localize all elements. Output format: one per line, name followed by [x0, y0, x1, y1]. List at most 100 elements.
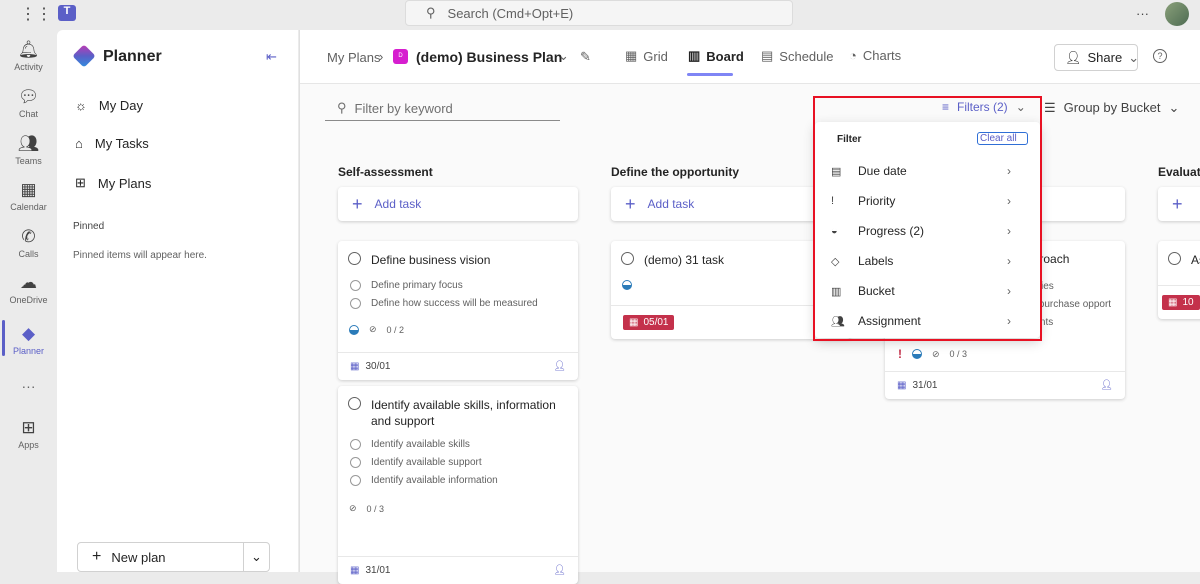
plan-title[interactable]: (demo) Business Plan	[416, 49, 562, 65]
filter-keyword-input[interactable]: ⚲ Filter by keyword	[325, 96, 560, 121]
task-card[interactable]: As ▦10	[1158, 241, 1200, 319]
share-button[interactable]: 👤︎ Share ⌄	[1054, 44, 1140, 71]
rail-chat[interactable]: 💬︎ Chat	[0, 87, 57, 119]
sidebar-item-my-plans[interactable]: ⊞ My Plans	[75, 175, 151, 191]
calendar-icon: ▦	[1168, 297, 1178, 308]
schedule-icon: ▤	[761, 48, 774, 63]
checklist-item[interactable]: Define primary focus	[338, 276, 578, 294]
progress-icon: ◒	[831, 225, 838, 237]
rail-planner[interactable]: ◆ Planner	[0, 324, 57, 356]
tab-board[interactable]: ▥ Board	[688, 48, 744, 64]
filter-labels[interactable]: ◇ Labels ›	[831, 251, 1011, 271]
add-task-button[interactable]: +	[1158, 187, 1200, 221]
task-card[interactable]: Define business vision Define primary fo…	[338, 241, 578, 380]
due-date-badge: ▦ 05/01	[623, 315, 675, 330]
calendar-icon: ▦	[20, 180, 37, 199]
bucket-title: Evaluate	[1158, 165, 1200, 179]
checklist-icon: ⊘	[369, 324, 377, 334]
search-icon: ⚲	[337, 100, 347, 115]
filter-due-date[interactable]: ▤ Due date ›	[831, 161, 1011, 181]
sidebar-item-my-day[interactable]: ☼ My Day	[75, 98, 143, 113]
assign-icon[interactable]: 👤︎	[1100, 380, 1113, 391]
progress-in-progress-icon	[622, 280, 632, 290]
filter-menu-title: Filter	[837, 134, 862, 145]
assign-icon[interactable]: 👤︎	[553, 361, 566, 372]
checklist-item[interactable]: Define how success will be measured	[338, 294, 578, 312]
rail-more[interactable]: ···	[0, 378, 57, 394]
complete-checkbox[interactable]	[1168, 252, 1181, 265]
phone-icon: ✆	[21, 227, 36, 246]
plus-icon: +	[1172, 193, 1183, 214]
plus-icon: +	[625, 193, 636, 214]
priority-icon: !	[831, 195, 835, 207]
filter-bucket[interactable]: ▥ Bucket ›	[831, 281, 1011, 301]
plan-chevron-down-icon[interactable]: ⌄	[558, 48, 569, 64]
rail-calls[interactable]: ✆ Calls	[0, 227, 57, 259]
sidebar-item-my-tasks[interactable]: ⌂ My Tasks	[75, 136, 149, 151]
due-date-badge: ▦ 10	[1162, 295, 1200, 310]
chevron-down-icon: ⌄	[1128, 49, 1140, 65]
priority-urgent-icon: !	[898, 347, 902, 361]
share-person-icon: 👤︎	[1065, 49, 1082, 65]
bell-icon: 🔔︎	[17, 40, 40, 59]
chevron-right-icon: ›	[1007, 284, 1011, 298]
avatar[interactable]	[1165, 2, 1189, 26]
checklist-item[interactable]: Identify available information	[338, 471, 578, 489]
title-bar: ⋮⋮⋮ T ⚲ Search (Cmd+Opt+E) ···	[0, 0, 1200, 30]
board-icon: ▥	[688, 48, 701, 63]
people-icon: 👥︎	[831, 315, 845, 328]
chevron-down-icon[interactable]: ⌄	[243, 543, 269, 571]
checklist-item[interactable]: Identify available support	[338, 453, 578, 471]
rail-onedrive[interactable]: ☁ OneDrive	[0, 273, 57, 305]
tag-icon: ◇	[831, 255, 840, 268]
checklist-item[interactable]: Identify available skills	[338, 435, 578, 453]
plan-icon: D	[393, 49, 408, 64]
chevron-right-icon: ›	[1007, 224, 1011, 238]
tab-grid[interactable]: ▦ Grid	[625, 48, 668, 64]
checklist-checkbox	[350, 297, 361, 309]
rail-teams[interactable]: 👥︎ Teams	[0, 134, 57, 166]
plus-square-icon: ⊞	[21, 418, 36, 437]
checklist-checkbox	[350, 279, 361, 291]
add-task-button[interactable]: + Add task	[338, 187, 578, 221]
filters-button[interactable]: ≡ Filters (2) ⌄	[942, 100, 1026, 114]
filter-icon: ≡	[942, 100, 950, 114]
group-by-button[interactable]: ☰ Group by Bucket ⌄	[1044, 100, 1179, 116]
collapse-sidebar-icon[interactable]: ⇤	[266, 49, 277, 65]
complete-checkbox[interactable]	[348, 397, 361, 410]
help-icon[interactable]: ?	[1153, 49, 1167, 63]
filter-progress[interactable]: ◒ Progress (2) ›	[831, 221, 1011, 241]
checklist-checkbox	[350, 474, 361, 486]
tab-schedule[interactable]: ▤ Schedule	[761, 48, 834, 64]
chevron-down-icon: ⌄	[1015, 100, 1026, 114]
list-icon: ☰	[1044, 100, 1056, 115]
more-options-button[interactable]: ···	[1136, 6, 1149, 21]
app-rail: 🔔︎ Activity 💬︎ Chat 👥︎ Teams ▦ Calendar ✆ Cal…	[0, 30, 57, 572]
checklist-checkbox	[350, 438, 361, 450]
breadcrumb-my-plans[interactable]: My Plans	[327, 50, 380, 65]
task-card[interactable]: Identify available skills, information a…	[338, 386, 578, 584]
pin-icon[interactable]: ✎	[580, 49, 591, 65]
clear-all-button[interactable]: Clear all	[977, 132, 1028, 145]
active-tab-indicator	[687, 73, 733, 76]
calendar-icon: ▦	[897, 380, 907, 391]
filter-assignment[interactable]: 👥︎ Assignment ›	[831, 311, 1011, 331]
tasks-icon: ⌂	[75, 136, 83, 151]
chevron-down-icon: ⌄	[1168, 100, 1180, 115]
rail-calendar[interactable]: ▦ Calendar	[0, 180, 57, 212]
rail-apps[interactable]: ⊞ Apps	[0, 418, 57, 450]
rail-activity[interactable]: 🔔︎ Activity	[0, 40, 57, 72]
complete-checkbox[interactable]	[621, 252, 634, 265]
new-plan-button[interactable]: + New plan ⌄	[77, 542, 270, 572]
tab-charts[interactable]: ◔ Charts	[849, 48, 901, 63]
filter-menu: Filter Clear all ▤ Due date › ! Priority › ◒…	[815, 122, 1040, 338]
teams-icon: 👥︎	[17, 134, 40, 153]
plus-icon: +	[352, 193, 363, 214]
planner-logo-icon	[72, 44, 96, 68]
assign-icon[interactable]: 👤︎	[553, 565, 566, 576]
search-input[interactable]: ⚲ Search (Cmd+Opt+E)	[405, 0, 793, 26]
complete-checkbox[interactable]	[348, 252, 361, 265]
checklist-icon: ⊘	[349, 503, 357, 513]
pinned-heading: Pinned	[73, 221, 105, 232]
filter-priority[interactable]: ! Priority ›	[831, 191, 1011, 211]
